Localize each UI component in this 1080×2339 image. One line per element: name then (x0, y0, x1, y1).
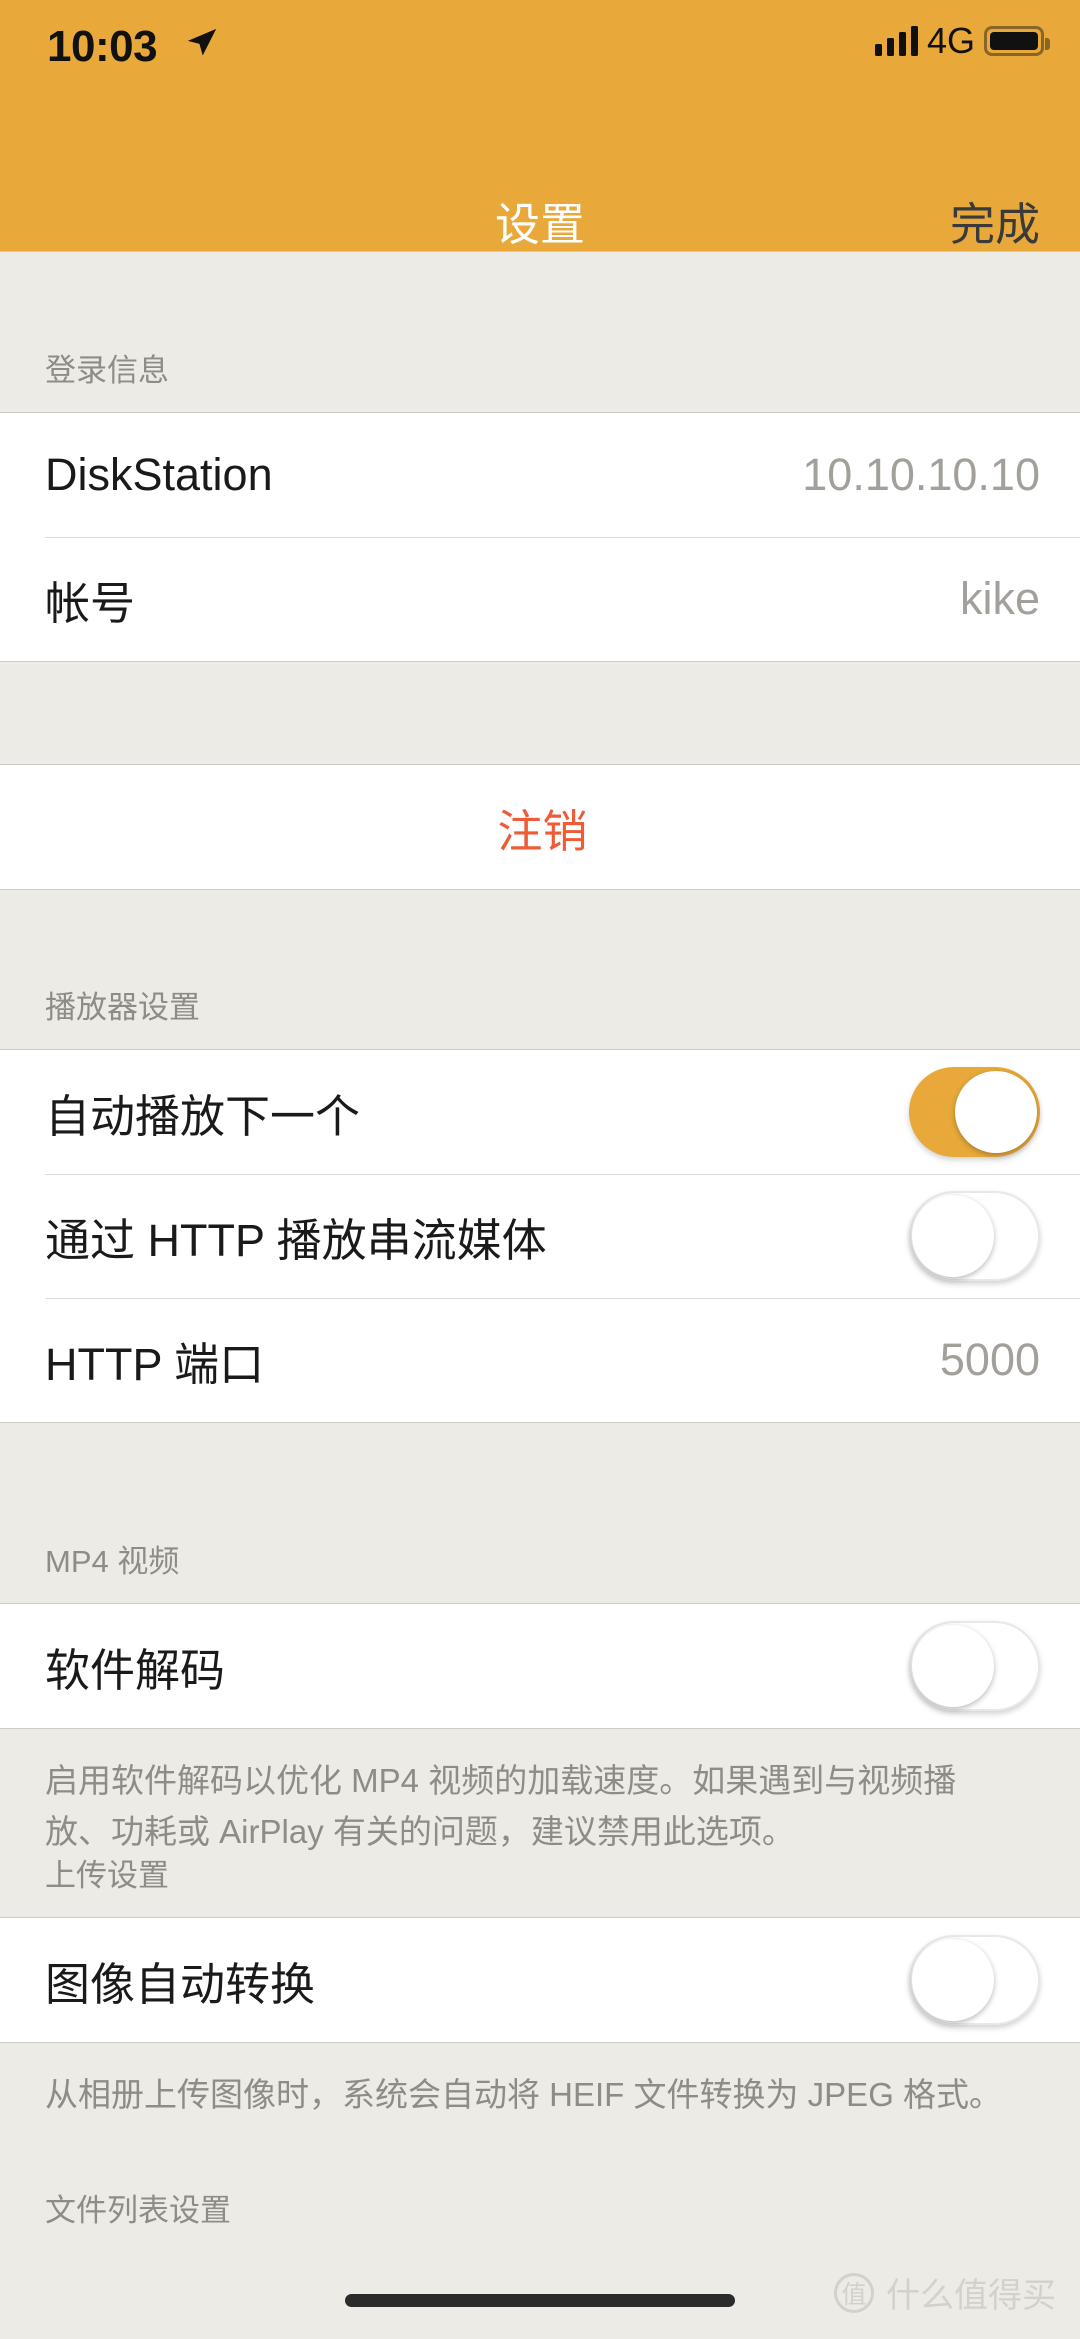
logout-table: 注销 (0, 764, 1080, 890)
row-label: DiskStation (45, 449, 273, 500)
page-title: 设置 (494, 199, 585, 250)
http-streaming-toggle[interactable] (909, 1191, 1040, 1281)
section-header-login: 登录信息 (0, 252, 1080, 412)
row-value: kike (959, 573, 1040, 624)
player-settings-table: 自动播放下一个 通过 HTTP 播放串流媒体 HTTP 端口 5000 (0, 1049, 1080, 1423)
status-bar-time: 10:03 (47, 22, 158, 71)
table-row[interactable]: 通过 HTTP 播放串流媒体 (0, 1174, 1080, 1298)
login-info-table: DiskStation 10.10.10.10 帐号 kike (0, 412, 1080, 662)
section-header-filelist: 文件列表设置 (0, 2130, 1080, 2231)
upload-footnote-area: 从相册上传图像时，系统会自动将 HEIF 文件转换为 JPEG 格式。 (0, 2043, 1080, 2131)
autoplay-next-toggle[interactable] (909, 1067, 1040, 1157)
watermark-badge: 值 (834, 2272, 874, 2313)
done-button[interactable]: 完成 (950, 188, 1040, 253)
section-header-filelist-label: 文件列表设置 (45, 2193, 231, 2229)
row-label: 通过 HTTP 播放串流媒体 (45, 1214, 547, 1266)
section-header-upload-label: 上传设置 (45, 1858, 169, 1894)
auto-image-convert-toggle[interactable] (909, 1935, 1040, 2026)
section-header-mp4-label: MP4 视频 (45, 1544, 180, 1579)
logout-label: 注销 (497, 805, 588, 857)
upload-settings-table: 图像自动转换 (0, 1917, 1080, 2044)
battery-full-icon (984, 26, 1050, 56)
location-arrow-icon (185, 26, 219, 60)
section-header-upload: 上传设置 (0, 1858, 1080, 1918)
watermark-text: 什么值得买 (886, 2277, 1056, 2315)
section-header-login-label: 登录信息 (45, 353, 169, 388)
table-row[interactable]: 帐号 kike (0, 537, 1080, 661)
row-label: 自动播放下一个 (45, 1090, 361, 1142)
logout-button[interactable]: 注销 (0, 765, 1080, 889)
table-row[interactable]: 图像自动转换 (0, 1918, 1080, 2042)
navigation-bar: 设置 完成 (0, 92, 1080, 252)
table-row[interactable]: 软件解码 (0, 1604, 1080, 1728)
table-row[interactable]: HTTP 端口 5000 (0, 1298, 1080, 1422)
watermark: 值 什么值得买 (834, 2268, 1056, 2317)
row-label: 图像自动转换 (45, 1958, 316, 2010)
network-type-label: 4G (926, 20, 975, 61)
row-value: 10.10.10.10 (802, 449, 1040, 500)
row-label: 软件解码 (45, 1644, 226, 1696)
app-header: 10:03 4G 设置 完成 (0, 0, 1080, 252)
section-header-player-label: 播放器设置 (45, 990, 200, 1025)
table-row[interactable]: DiskStation 10.10.10.10 (0, 413, 1080, 537)
upload-footnote: 从相册上传图像时，系统会自动将 HEIF 文件转换为 JPEG 格式。 (45, 2076, 1003, 2114)
signal-bars-icon (874, 26, 918, 56)
status-bar: 10:03 4G (0, 0, 1080, 92)
mp4-footnote: 启用软件解码以优化 MP4 视频的加载速度。如果遇到与视频播放、功耗或 AirP… (45, 1762, 957, 1851)
phone-screen: 10:03 4G 设置 完成 登录信息 DiskStation 10.10.10… (0, 0, 1080, 2339)
settings-scroll-view[interactable]: 登录信息 DiskStation 10.10.10.10 帐号 kike 注销 … (0, 252, 1080, 2339)
mp4-footnote-area: 启用软件解码以优化 MP4 视频的加载速度。如果遇到与视频播放、功耗或 AirP… (0, 1729, 1080, 1868)
section-header-mp4: MP4 视频 (0, 1423, 1080, 1603)
software-decode-toggle[interactable] (909, 1621, 1040, 1711)
home-indicator[interactable] (345, 2294, 735, 2307)
mp4-settings-table: 软件解码 (0, 1603, 1080, 1729)
spacer-after-login (0, 662, 1080, 764)
section-header-player: 播放器设置 (0, 890, 1080, 1049)
row-label: 帐号 (45, 577, 136, 629)
status-bar-indicators: 4G (874, 20, 1050, 61)
row-label: HTTP 端口 (45, 1338, 265, 1390)
row-value: 5000 (939, 1334, 1040, 1385)
table-row[interactable]: 自动播放下一个 (0, 1050, 1080, 1174)
